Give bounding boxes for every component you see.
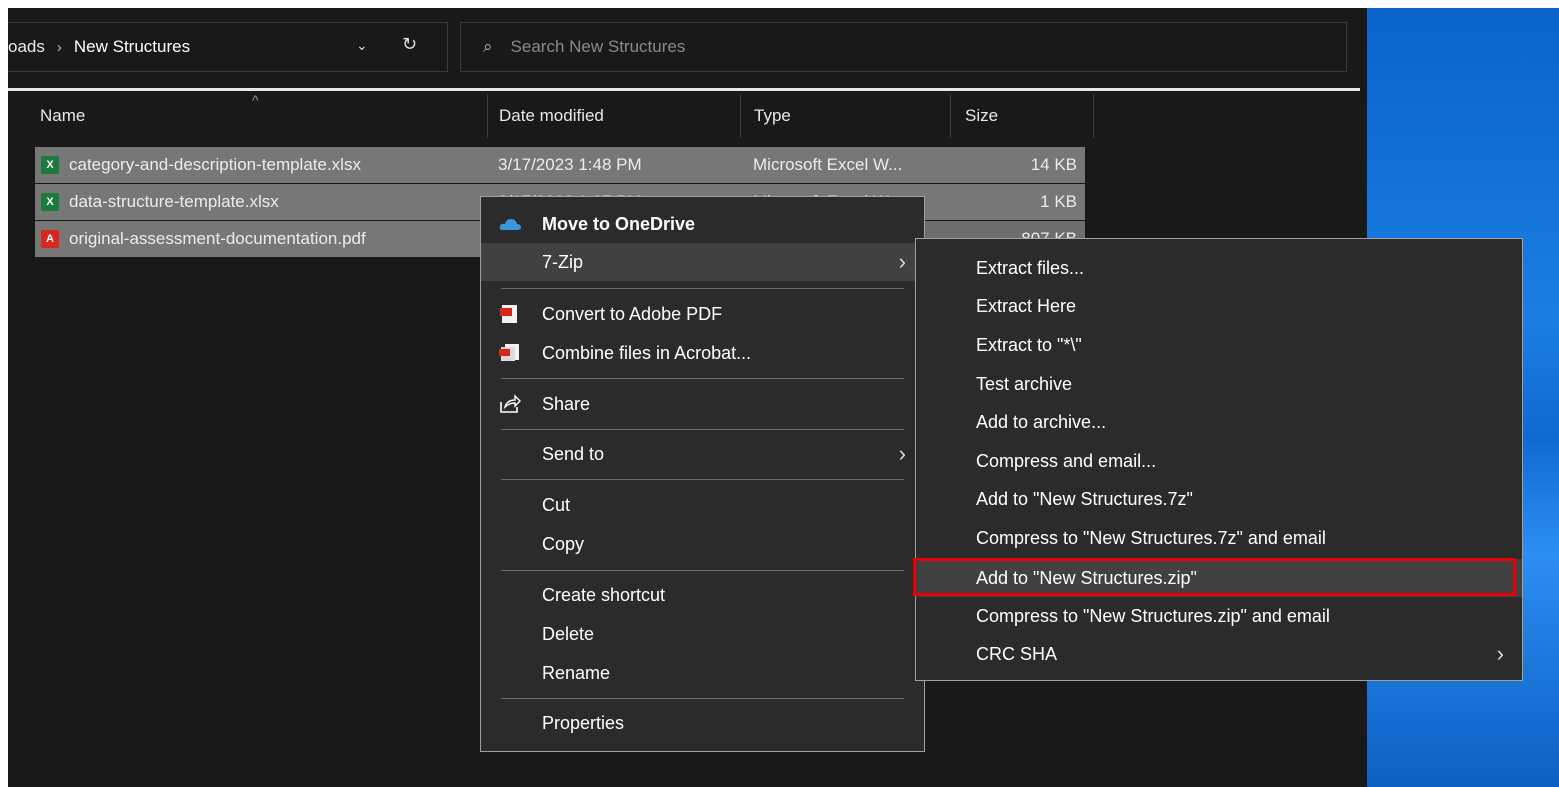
menu-item-move-to-onedrive[interactable]: Move to OneDrive — [481, 205, 924, 243]
menu-item-label: Compress and email... — [976, 451, 1157, 471]
file-size: 14 KB — [1030, 155, 1077, 174]
menu-item-label: Move to OneDrive — [542, 214, 696, 234]
menu-item-create-shortcut[interactable]: Create shortcut — [481, 576, 924, 614]
context-menu: Move to OneDrive 7-Zip › Convert to Adob… — [480, 196, 925, 752]
menu-item-label: Extract Here — [976, 296, 1077, 316]
menu-item-label: Delete — [542, 624, 595, 644]
submenu-arrow-icon: › — [1496, 641, 1504, 666]
zip-item-extract-files[interactable]: Extract files... — [916, 249, 1522, 287]
menu-item-label: CRC SHA — [976, 644, 1058, 664]
zip-item-compress-7z-email[interactable]: Compress to "New Structures.7z" and emai… — [916, 519, 1522, 557]
address-dropdown-icon[interactable]: ⌄ — [356, 37, 368, 54]
column-header-size-label: Size — [965, 106, 999, 125]
menu-item-label: Combine files in Acrobat... — [542, 343, 752, 363]
file-date: 3/17/2023 1:48 PM — [498, 155, 642, 174]
menu-item-copy[interactable]: Copy — [481, 525, 924, 563]
search-input[interactable]: ⌕ Search New Structures — [460, 22, 1347, 72]
menu-item-label: Extract to "*\" — [976, 335, 1082, 355]
zip-item-extract-here[interactable]: Extract Here — [916, 287, 1522, 325]
menu-item-label: Send to — [542, 444, 605, 464]
column-header-name-label: Name — [40, 106, 86, 125]
menu-item-label: Rename — [542, 663, 611, 683]
menu-item-label: Share — [542, 394, 591, 414]
excel-icon: X — [41, 193, 59, 211]
search-placeholder: Search New Structures — [510, 37, 686, 56]
file-name: data-structure-template.xlsx — [69, 192, 279, 211]
acrobat-combine-icon — [499, 344, 519, 361]
menu-item-delete[interactable]: Delete — [481, 615, 924, 653]
column-header-name[interactable]: Name ^ — [8, 92, 488, 138]
pdf-icon: A — [41, 230, 59, 248]
menu-item-label: Compress to "New Structures.7z" and emai… — [976, 528, 1326, 548]
breadcrumb-new-structures[interactable]: New Structures — [74, 37, 190, 57]
menu-item-send-to[interactable]: Send to › — [481, 435, 924, 473]
breadcrumb-separator-icon: › — [56, 38, 62, 56]
menu-item-label: Compress to "New Structures.zip" and ema… — [976, 606, 1330, 626]
menu-item-label: Create shortcut — [542, 585, 666, 605]
file-row[interactable]: A original-assessment-documentation.pdf — [35, 221, 480, 257]
menu-separator — [501, 378, 904, 379]
menu-separator — [501, 698, 904, 699]
column-header-size[interactable]: Size — [951, 94, 1094, 138]
excel-icon: X — [41, 156, 59, 174]
menu-separator — [501, 570, 904, 571]
file-size: 1 KB — [1040, 192, 1077, 211]
zip-item-extract-to[interactable]: Extract to "*\" — [916, 326, 1522, 364]
breadcrumb-downloads[interactable]: oads — [8, 37, 45, 57]
column-header-date-label: Date modified — [499, 106, 604, 125]
address-bar[interactable]: oads › New Structures ⌄ ↻ — [8, 22, 448, 72]
refresh-icon[interactable]: ↻ — [402, 34, 417, 55]
menu-item-convert-to-adobe-pdf[interactable]: Convert to Adobe PDF — [481, 295, 924, 333]
search-icon: ⌕ — [483, 37, 493, 56]
menu-item-properties[interactable]: Properties — [481, 704, 924, 742]
file-type: Microsoft Excel W... — [753, 155, 903, 174]
menu-item-label: Test archive — [976, 374, 1073, 394]
menu-separator — [501, 479, 904, 480]
submenu-arrow-icon: › — [898, 249, 906, 274]
menu-item-label: Cut — [542, 495, 571, 515]
annotation-highlight-box — [913, 558, 1516, 596]
7zip-submenu: Extract files... Extract Here Extract to… — [915, 238, 1523, 681]
column-header-type-label: Type — [754, 106, 791, 125]
menu-item-label: Properties — [542, 713, 625, 733]
menu-separator — [501, 429, 904, 430]
menu-item-cut[interactable]: Cut — [481, 486, 924, 524]
menu-item-combine-files-acrobat[interactable]: Combine files in Acrobat... — [481, 334, 924, 372]
menu-separator — [501, 288, 904, 289]
file-row[interactable]: X category-and-description-template.xlsx… — [35, 147, 1085, 183]
onedrive-icon — [499, 219, 521, 230]
menu-item-label: Copy — [542, 534, 585, 554]
header-divider — [8, 88, 1360, 91]
zip-item-add-to-archive[interactable]: Add to archive... — [916, 403, 1522, 441]
menu-item-rename[interactable]: Rename — [481, 654, 924, 692]
zip-item-crc-sha[interactable]: CRC SHA › — [916, 635, 1522, 673]
menu-item-label: Extract files... — [976, 258, 1085, 278]
menu-item-label: 7-Zip — [542, 252, 584, 272]
menu-item-label: Add to archive... — [976, 412, 1107, 432]
column-header-date-modified[interactable]: Date modified — [488, 94, 741, 138]
zip-item-compress-zip-email[interactable]: Compress to "New Structures.zip" and ema… — [916, 597, 1522, 635]
column-header-type[interactable]: Type — [741, 94, 951, 138]
column-header-row: Name ^ Date modified Type Size — [8, 92, 1098, 138]
submenu-arrow-icon: › — [898, 441, 906, 466]
menu-item-7zip[interactable]: 7-Zip › — [481, 243, 924, 281]
zip-item-compress-and-email[interactable]: Compress and email... — [916, 442, 1522, 480]
menu-item-share[interactable]: Share — [481, 385, 924, 423]
zip-item-test-archive[interactable]: Test archive — [916, 365, 1522, 403]
adobe-pdf-icon — [500, 305, 517, 323]
sort-ascending-icon: ^ — [252, 92, 259, 108]
zip-item-add-to-7z[interactable]: Add to "New Structures.7z" — [916, 480, 1522, 518]
menu-item-label: Add to "New Structures.7z" — [976, 489, 1193, 509]
menu-item-label: Convert to Adobe PDF — [542, 304, 723, 324]
file-name: category-and-description-template.xlsx — [69, 155, 361, 174]
share-icon — [500, 394, 521, 413]
file-name: original-assessment-documentation.pdf — [69, 229, 366, 248]
